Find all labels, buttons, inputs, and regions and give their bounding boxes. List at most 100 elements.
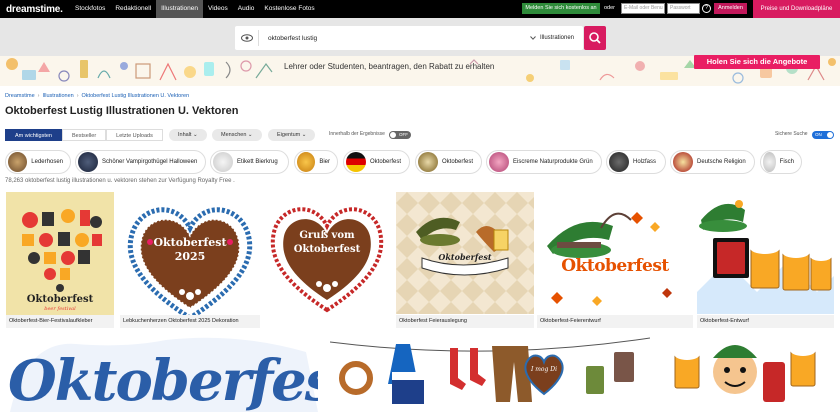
chevron-down-icon: ⌄ [301,132,307,138]
filter-content[interactable]: Inhalt ⌄ [169,129,207,141]
register-button[interactable]: Melden Sie sich kostenlos an [522,3,600,14]
heart-line-1: Gruß vom [299,230,355,241]
chip-label: Deutsche Religion [697,159,746,165]
chip-thumbnail [763,152,776,172]
nav-kostenlose-fotos[interactable]: Kostenlose Fotos [259,0,319,18]
result-image-9[interactable] [665,332,837,412]
tab-most-relevant[interactable]: Am wichtigsten [5,129,62,141]
dreamstime-logo[interactable]: dreamstime. [6,4,70,15]
result-caption-1[interactable]: Oktoberfest-Bier-Festivalaufkleber [6,315,114,328]
filter-property[interactable]: Eigentum ⌄ [268,129,316,141]
result-image-3[interactable]: Gruß vom Oktoberfest [262,192,392,328]
tab-latest-uploads[interactable]: Letzte Uploads [106,129,163,141]
prices-button[interactable]: Preise und Downloadpläne [753,0,840,18]
help-icon[interactable]: ? [702,4,711,13]
breadcrumb-dreamstime[interactable]: Dreamstime [5,93,35,99]
nav-audio[interactable]: Audio [233,0,260,18]
chip-oktoberfest-2[interactable]: Oktoberfest [415,150,482,174]
result-image-8[interactable]: I mog Di [330,332,650,412]
chip-thumbnail [673,152,693,172]
chevron-down-icon[interactable] [530,36,536,40]
chip-label: Oktoberfest [442,159,474,165]
toggle-knob [827,132,833,138]
chip-fisch[interactable]: Fisch [760,150,802,174]
chip-thumbnail [8,152,28,172]
heart-line-1: Oktoberfest [153,236,227,249]
safe-search-label: Sichere Suche [775,131,808,137]
chip-holzfass[interactable]: Holzfass [606,150,666,174]
chip-deutsche-religion[interactable]: Deutsche Religion [670,150,755,174]
result-caption-6[interactable]: Oktoberfest-Entwurf [697,315,834,328]
chip-thumbnail [213,152,233,172]
breadcrumb-separator: › [37,93,40,99]
chip-label: Etikett Bierkrug [237,159,278,165]
login-button[interactable]: Anmelden [714,3,747,14]
nav-videos[interactable]: Videos [203,0,233,18]
filter-property-label: Eigentum [277,132,301,138]
oktoberfest-beer-accordion [697,200,834,314]
chip-bier[interactable]: Bier [294,150,338,174]
eye-icon[interactable] [241,34,253,42]
or-label: oder [604,5,616,11]
gingerbread-heart-gruss [270,207,384,313]
chip-lederhosen[interactable]: Lederhosen [5,150,71,174]
art-title: Oktoberfest [438,252,492,262]
email-field[interactable]: E-Mail oder Benu [621,3,665,14]
filter-people[interactable]: Menschen ⌄ [212,129,262,141]
chip-label: Bier [319,159,330,165]
nav-stockfotos[interactable]: Stockfotos [70,0,110,18]
result-image-4[interactable]: Oktoberfest [396,192,534,328]
result-image-6[interactable] [697,192,834,328]
art-title: Oktoberfest [561,256,669,276]
nav-redaktionell[interactable]: Redaktionell [110,0,156,18]
safe-search-state: ON [815,132,822,137]
art-subtitle: beer festival [44,306,76,312]
chip-label: Fisch [779,159,794,165]
chip-label: Holzfass [633,159,657,165]
breadcrumb: Dreamstime › Illustrationen › Oktoberfest Lu… [5,93,189,99]
sort-tabs: Am wichtigsten Bestseller Letzte Uploads [5,129,163,141]
results-count: 78,263 oktoberfest lustig illustrationen… [5,178,235,184]
result-caption-5[interactable]: Oktoberfest-Feierentwurf [537,315,693,328]
result-image-7[interactable]: Oktoberfest [6,332,318,412]
chip-thumbnail [297,152,316,172]
nav-illustrationen[interactable]: Illustrationen [156,0,203,18]
tab-bestseller[interactable]: Bestseller [62,129,107,141]
within-results-toggle[interactable]: OFF [389,131,411,139]
breadcrumb-illustrationen[interactable]: Illustrationen [43,93,74,99]
toggle-knob [390,132,396,138]
result-image-5[interactable]: Oktoberfest [537,192,693,328]
heart-line-2: Oktoberfest [293,244,361,255]
chip-vampire-halloween[interactable]: Schöner Vampirgothügel Halloween [75,150,206,174]
result-caption-4[interactable]: Oktoberfest Feierauslegung [396,315,534,328]
result-image-1[interactable]: Oktoberfest beer festival [6,192,114,328]
search-button[interactable] [584,26,606,50]
filter-content-label: Inhalt [178,132,192,138]
page-title: Oktoberfest Lustig Illustrationen U. Vek… [5,105,239,117]
oktoberfest-characters [674,344,816,402]
breadcrumb-current[interactable]: Oktoberfest Lustig Illustrationen U. Vek… [82,93,190,99]
within-results-state: OFF [399,132,408,137]
art-title: Oktoberfest [26,294,94,305]
chip-thumbnail [78,152,98,172]
chip-etikett-bierkrug[interactable]: Etikett Bierkrug [210,150,289,174]
result-image-2[interactable]: Oktoberfest 2025 [120,192,260,328]
chip-label: Eiscreme Naturprodukte Grün [513,159,593,165]
oktoberfest-garland [330,337,650,404]
search-input[interactable]: oktoberfest lustig [268,35,530,42]
main-nav: Stockfotos Redaktionell Illustrationen V… [70,0,320,18]
safe-search-toggle[interactable]: ON [812,131,834,139]
banner-offer-button[interactable]: Holen Sie sich die Angebote [694,55,820,69]
chip-eiscreme[interactable]: Eiscreme Naturprodukte Grün [486,150,602,174]
chip-label: Schöner Vampirgothügel Halloween [102,159,198,165]
chip-thumbnail [609,152,629,172]
chip-thumbnail [489,152,509,172]
search-type-select[interactable]: Illustrationen [540,35,574,41]
heart-line-2: 2025 [174,250,206,263]
chip-oktoberfest[interactable]: Oktoberfest [343,150,410,174]
chip-thumbnail [346,152,366,172]
chip-label: Lederhosen [31,159,63,165]
art-lettering: Oktoberfest [8,348,318,412]
password-field[interactable]: Passwort [667,3,700,14]
result-caption-2[interactable]: Lebkuchenherzen Oktoberfest 2025 Dekorat… [120,315,260,328]
